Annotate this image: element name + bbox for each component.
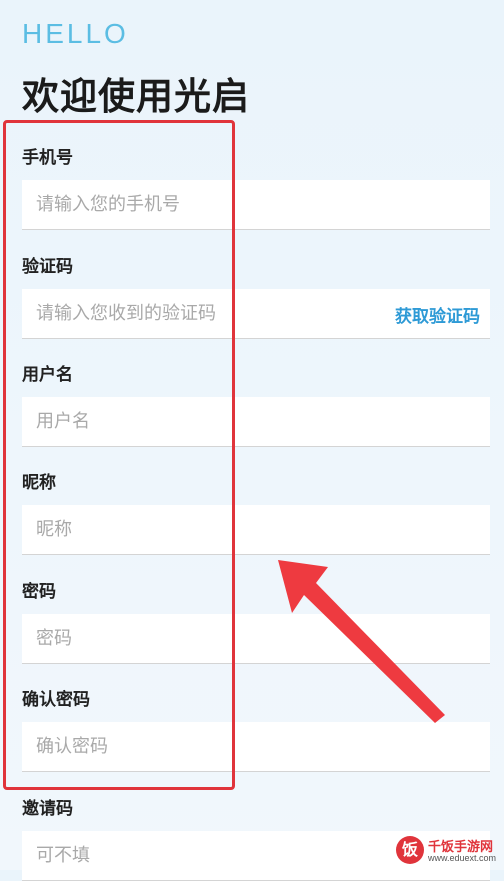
phone-label: 手机号 [22,148,73,168]
password-field[interactable] [22,614,490,664]
password-label: 密码 [22,582,56,602]
password-input[interactable] [22,614,490,663]
phone-field[interactable] [22,180,490,230]
get-code-button[interactable]: 获取验证码 [395,302,480,327]
watermark-url: www.eduext.com [428,853,497,863]
nickname-field[interactable] [22,505,490,555]
username-input[interactable] [22,397,490,446]
confirm-password-field[interactable] [22,722,490,772]
invite-code-label: 邀请码 [22,799,73,819]
hello-heading: HELLO [22,18,129,49]
confirm-password-input[interactable] [22,722,490,771]
username-field[interactable] [22,397,490,447]
phone-input[interactable] [22,180,490,229]
page-title: 欢迎使用光启 [22,75,250,118]
watermark: 饭 千饭手游网 www.eduext.com [396,836,496,866]
nickname-input[interactable] [22,505,490,554]
username-label: 用户名 [22,365,73,385]
nickname-label: 昵称 [22,473,56,493]
code-field[interactable]: 获取验证码 [22,289,490,339]
watermark-logo: 饭 [396,836,424,864]
code-label: 验证码 [22,257,73,277]
confirm-password-label: 确认密码 [22,690,90,710]
